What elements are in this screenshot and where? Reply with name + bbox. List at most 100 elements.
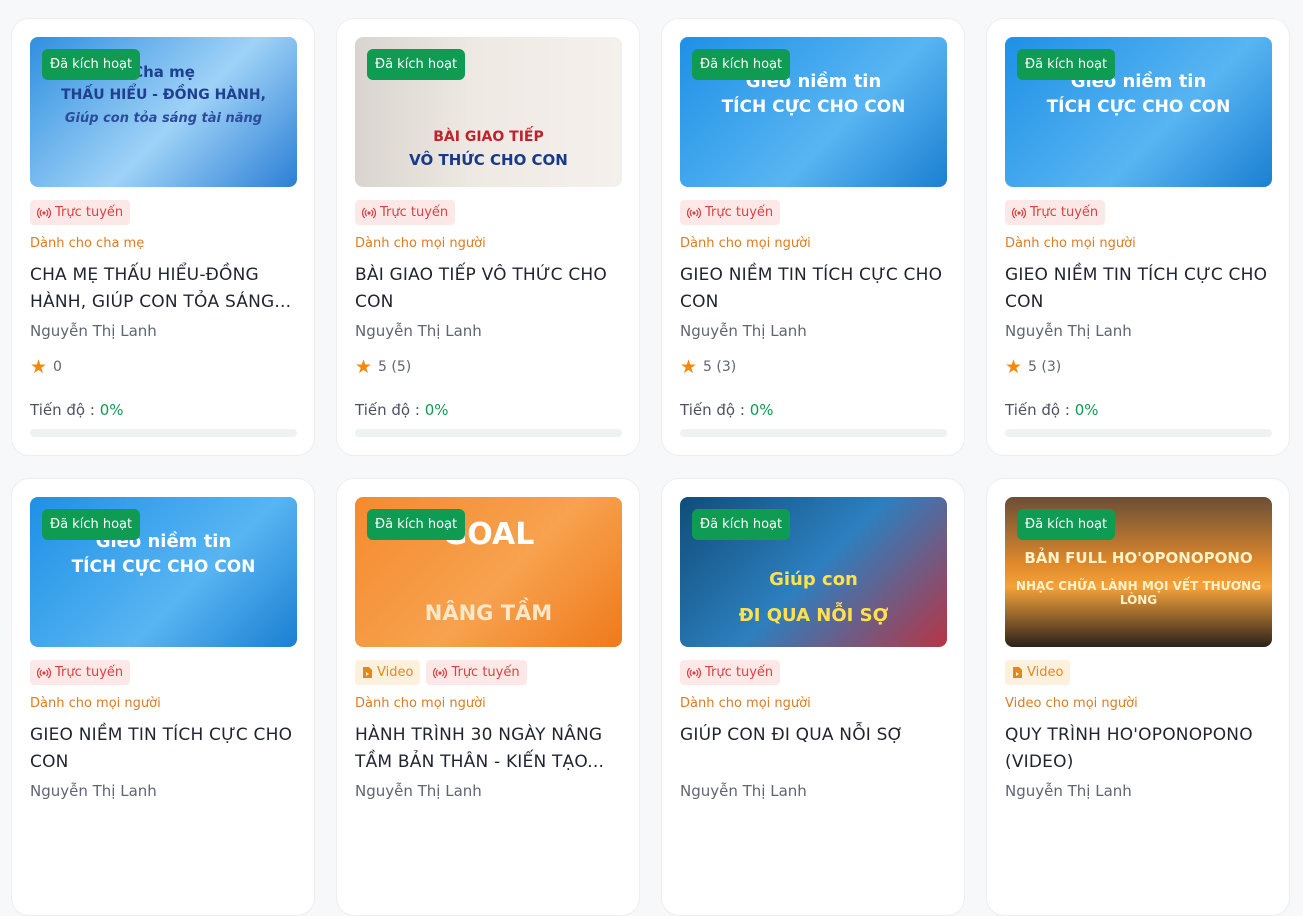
course-thumbnail[interactable]: BÀI GIAO TIẾP VÔ THỨC CHO CON Đã kích hoạt <box>355 37 622 187</box>
broadcast-icon <box>687 667 701 679</box>
online-tag: Trực tuyến <box>680 660 781 685</box>
progress-text: Tiến độ : 0% <box>355 401 622 421</box>
thumbnail-text-2: TÍCH CỰC CHO CON <box>71 557 256 577</box>
broadcast-icon <box>37 667 51 679</box>
course-thumbnail[interactable]: BẢN FULL HO'OPONOPONO NHẠC CHỮA LÀNH MỌI … <box>1005 497 1272 647</box>
activated-badge: Đã kích hoạt <box>1017 49 1116 80</box>
thumbnail-text-2: VÔ THỨC CHO CON <box>409 151 568 169</box>
activated-badge: Đã kích hoạt <box>42 49 141 80</box>
tag-label: Trực tuyến <box>380 205 449 220</box>
course-audience: Dành cho cha mẹ <box>30 236 145 251</box>
progress-bar <box>680 429 947 437</box>
course-title[interactable]: CHA MẸ THẤU HIỂU-ĐỒNG HÀNH, GIÚP CON TỎA… <box>30 262 297 316</box>
course-author: Nguyễn Thị Lanh <box>30 322 157 340</box>
course-audience: Dành cho mọi người <box>680 696 811 711</box>
rating: ★ 5 (5) <box>355 357 622 377</box>
progress-text: Tiến độ : 0% <box>680 401 947 421</box>
course-tags: Video <box>1005 660 1272 686</box>
course-tags: Trực tuyến <box>680 660 947 686</box>
activated-badge: Đã kích hoạt <box>42 509 141 540</box>
progress-bar <box>355 429 622 437</box>
progress-label: Tiến độ : <box>1005 401 1070 419</box>
tag-label: Trực tuyến <box>705 665 774 680</box>
progress-bar <box>30 429 297 437</box>
course-grid: Cha mẹ THẤU HIỂU - ĐỒNG HÀNH, Giúp con tỏa… <box>11 18 1291 916</box>
thumbnail-text-2: THẤU HIỂU - ĐỒNG HÀNH, <box>61 87 266 103</box>
online-tag: Trực tuyến <box>30 660 131 685</box>
tag-label: Trực tuyến <box>705 205 774 220</box>
course-thumbnail[interactable]: Giúp con ĐI QUA NỖI SỢ Đã kích hoạt <box>680 497 947 647</box>
progress-bar <box>1005 429 1272 437</box>
progress-value: 0% <box>1074 401 1099 419</box>
course-audience: Dành cho mọi người <box>1005 236 1136 251</box>
course-thumbnail[interactable]: GOAL NÂNG TẦM Đã kích hoạt <box>355 497 622 647</box>
course-title[interactable]: BÀI GIAO TIẾP VÔ THỨC CHO CON <box>355 262 622 316</box>
tag-label: Trực tuyến <box>1030 205 1099 220</box>
course-card[interactable]: Gieo niềm tin TÍCH CỰC CHO CON Đã kích hoạ… <box>986 18 1290 456</box>
online-tag: Trực tuyến <box>426 660 527 685</box>
star-icon: ★ <box>355 355 373 378</box>
star-icon: ★ <box>30 355 48 378</box>
course-tags: Video Trực tuyến <box>355 660 622 686</box>
online-tag: Trực tuyến <box>30 200 131 225</box>
course-title[interactable]: HÀNH TRÌNH 30 NGÀY NÂNG TẦM BẢN THÂN - K… <box>355 722 622 776</box>
video-tag: Video <box>1005 660 1071 685</box>
star-icon: ★ <box>680 355 698 378</box>
course-thumbnail[interactable]: Gieo niềm tin TÍCH CỰC CHO CON Đã kích hoạ… <box>1005 37 1272 187</box>
rating-value: 5 (3) <box>703 359 737 375</box>
course-author: Nguyễn Thị Lanh <box>355 322 482 340</box>
thumbnail-text-1: BẢN FULL HO'OPONOPONO <box>1024 549 1253 567</box>
rating-value: 5 (3) <box>1028 359 1062 375</box>
video-file-icon <box>362 666 373 679</box>
thumbnail-text-2: TÍCH CỰC CHO CON <box>1046 97 1231 117</box>
star-icon: ★ <box>1005 355 1023 378</box>
course-title[interactable]: GIEO NIỀM TIN TÍCH CỰC CHO CON <box>30 722 297 776</box>
course-tags: Trực tuyến <box>355 200 622 226</box>
broadcast-icon <box>362 207 376 219</box>
progress-label: Tiến độ : <box>30 401 95 419</box>
course-card[interactable]: GOAL NÂNG TẦM Đã kích hoạt Video Trực tuyến D… <box>336 478 640 916</box>
thumbnail-text-2: ĐI QUA NỖI SỢ <box>738 605 889 626</box>
rating-value: 0 <box>53 359 62 375</box>
activated-badge: Đã kích hoạt <box>1017 509 1116 540</box>
course-thumbnail[interactable]: Gieo niềm tin TÍCH CỰC CHO CON Đã kích hoạ… <box>680 37 947 187</box>
progress-value: 0% <box>749 401 774 419</box>
course-tags: Trực tuyến <box>30 200 297 226</box>
broadcast-icon <box>687 207 701 219</box>
broadcast-icon <box>37 207 51 219</box>
activated-badge: Đã kích hoạt <box>692 509 791 540</box>
online-tag: Trực tuyến <box>355 200 456 225</box>
activated-badge: Đã kích hoạt <box>692 49 791 80</box>
tag-label: Video <box>1027 665 1064 680</box>
course-card[interactable]: BẢN FULL HO'OPONOPONO NHẠC CHỮA LÀNH MỌI … <box>986 478 1290 916</box>
course-title[interactable]: GIEO NIỀM TIN TÍCH CỰC CHO CON <box>680 262 947 316</box>
tag-label: Trực tuyến <box>55 665 124 680</box>
course-thumbnail[interactable]: Gieo niềm tin TÍCH CỰC CHO CON Đã kích hoạ… <box>30 497 297 647</box>
course-card[interactable]: BÀI GIAO TIẾP VÔ THỨC CHO CON Đã kích hoạt… <box>336 18 640 456</box>
online-tag: Trực tuyến <box>1005 200 1106 225</box>
course-card[interactable]: Gieo niềm tin TÍCH CỰC CHO CON Đã kích hoạ… <box>661 18 965 456</box>
rating: ★ 0 <box>30 357 297 377</box>
progress-label: Tiến độ : <box>355 401 420 419</box>
thumbnail-text-2: TÍCH CỰC CHO CON <box>721 97 906 117</box>
course-card[interactable]: Cha mẹ THẤU HIỂU - ĐỒNG HÀNH, Giúp con tỏa… <box>11 18 315 456</box>
course-title[interactable]: QUY TRÌNH HO'OPONOPONO (VIDEO) <box>1005 722 1272 776</box>
broadcast-icon <box>433 667 448 679</box>
course-title[interactable]: GIÚP CON ĐI QUA NỖI SỢ <box>680 722 947 776</box>
course-thumbnail[interactable]: Cha mẹ THẤU HIỂU - ĐỒNG HÀNH, Giúp con tỏa… <box>30 37 297 187</box>
tag-label: Trực tuyến <box>451 665 520 680</box>
course-title[interactable]: GIEO NIỀM TIN TÍCH CỰC CHO CON <box>1005 262 1272 316</box>
thumbnail-text-1: BÀI GIAO TIẾP <box>433 129 544 145</box>
rating: ★ 5 (3) <box>680 357 947 377</box>
progress-text: Tiến độ : 0% <box>1005 401 1272 421</box>
course-tags: Trực tuyến <box>30 660 297 686</box>
rating-value: 5 (5) <box>378 359 412 375</box>
progress-value: 0% <box>99 401 124 419</box>
course-author: Nguyễn Thị Lanh <box>30 782 157 800</box>
course-author: Nguyễn Thị Lanh <box>1005 322 1132 340</box>
course-card[interactable]: Giúp con ĐI QUA NỖI SỢ Đã kích hoạt Trực tu… <box>661 478 965 916</box>
course-author: Nguyễn Thị Lanh <box>355 782 482 800</box>
course-card[interactable]: Gieo niềm tin TÍCH CỰC CHO CON Đã kích hoạ… <box>11 478 315 916</box>
course-author: Nguyễn Thị Lanh <box>1005 782 1132 800</box>
course-author: Nguyễn Thị Lanh <box>680 782 807 800</box>
